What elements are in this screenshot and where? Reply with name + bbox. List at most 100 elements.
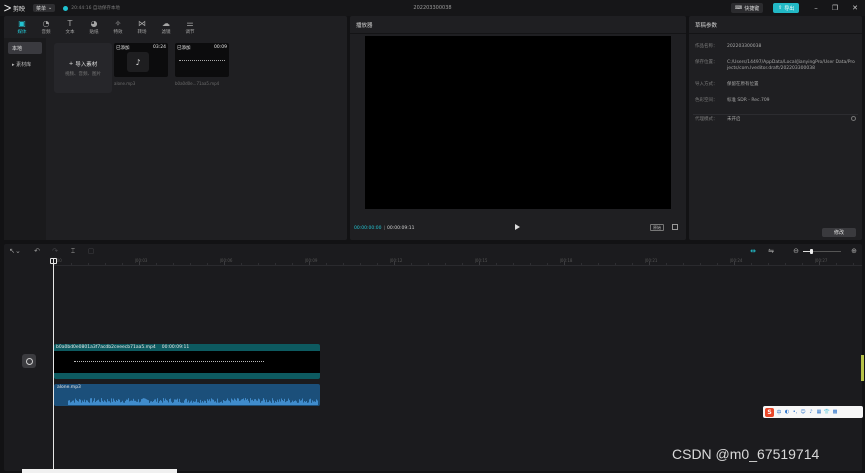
redo-icon[interactable]: ↷ bbox=[50, 246, 60, 256]
wave-bar bbox=[276, 402, 277, 405]
ruler-label: |00:12 bbox=[389, 258, 403, 263]
tab-text[interactable]: T 文本 bbox=[58, 16, 82, 38]
undo-icon[interactable]: ↶ bbox=[32, 246, 42, 256]
info-icon[interactable] bbox=[851, 116, 856, 121]
ruler-tick-minor bbox=[326, 263, 327, 265]
wave-bar bbox=[217, 398, 218, 405]
wave-bar bbox=[214, 401, 215, 405]
wave-bar bbox=[241, 399, 242, 405]
clip-header: b0a0bd0e0801a3f7acdb2ceeecb71aa5.mp4 00:… bbox=[54, 344, 320, 351]
tab-sticker[interactable]: ◕ 贴纸 bbox=[82, 16, 106, 38]
tab-label: 音频 bbox=[41, 29, 51, 35]
wave-bar bbox=[108, 401, 109, 405]
media-item-video[interactable]: 已添加 00:09 b0a0d0e...71aa5.mp4 bbox=[175, 43, 229, 86]
video-clip[interactable]: b0a0bd0e0801a3f7acdb2ceeecb71aa5.mp4 00:… bbox=[54, 344, 320, 379]
moon-icon[interactable]: ◐ bbox=[784, 409, 790, 415]
ruler-tick-minor bbox=[598, 263, 599, 265]
menu-button[interactable]: 菜单 ⌄ bbox=[33, 4, 56, 12]
cover-button[interactable] bbox=[22, 354, 36, 368]
mic-icon[interactable]: ♪ bbox=[808, 409, 814, 415]
zoom-in-icon[interactable]: ⊕ bbox=[849, 246, 859, 256]
clip-name: b0a0bd0e0801a3f7acdb2ceeecb71aa5.mp4 bbox=[56, 345, 156, 350]
wave-bar bbox=[70, 402, 71, 405]
wave-bar bbox=[134, 400, 135, 405]
preview-viewport[interactable] bbox=[365, 36, 671, 209]
ime-toolbar[interactable]: S 中 ◐ •, ☺ ♪ ▦ 👕 ▩ bbox=[763, 406, 863, 418]
close-icon[interactable]: ✕ bbox=[850, 3, 860, 13]
wave-bar bbox=[92, 402, 93, 405]
modify-button[interactable]: 修改 bbox=[822, 228, 856, 237]
wave-bar bbox=[91, 398, 92, 405]
sidebar-item-library[interactable]: ▸ 素材库 bbox=[8, 58, 42, 70]
select-tool-icon[interactable]: ↖⌄ bbox=[8, 246, 22, 256]
tab-media[interactable]: ▣ 媒体 bbox=[10, 16, 34, 38]
emoji-icon[interactable]: ☺ bbox=[800, 409, 806, 415]
wave-bar bbox=[96, 400, 97, 405]
param-value: 标准 SDR - Rec.709 bbox=[727, 98, 770, 103]
tab-adjust[interactable]: ⚌ 调节 bbox=[178, 16, 202, 38]
zoom-handle[interactable] bbox=[809, 249, 813, 254]
wave-bar bbox=[297, 402, 298, 405]
punctuation-icon[interactable]: •, bbox=[792, 409, 798, 415]
wave-bar bbox=[75, 398, 76, 405]
minimize-icon[interactable]: – bbox=[811, 3, 821, 13]
export-button[interactable]: ⇪ 导出 bbox=[773, 3, 800, 13]
sidebar-item-local[interactable]: 本地 bbox=[8, 42, 42, 54]
ruler-tick-minor bbox=[241, 263, 242, 265]
param-key: 色彩空间： bbox=[695, 98, 718, 103]
snap-icon[interactable]: ⇋ bbox=[765, 246, 777, 256]
wave-bar bbox=[169, 399, 170, 405]
ruler-tick-minor bbox=[190, 263, 191, 265]
wave-bar bbox=[77, 400, 78, 405]
wave-bar bbox=[243, 398, 244, 405]
grid-icon[interactable]: ▩ bbox=[832, 409, 838, 415]
wave-bar bbox=[228, 400, 229, 405]
ruler-tick bbox=[734, 261, 735, 265]
wave-bar bbox=[116, 399, 117, 405]
wave-bar bbox=[178, 401, 179, 405]
link-icon[interactable]: ⇹ bbox=[747, 246, 759, 256]
wave-bar bbox=[223, 399, 224, 405]
wave-bar bbox=[90, 398, 91, 405]
maximize-icon[interactable]: ❐ bbox=[830, 3, 840, 13]
ruler-tick-minor bbox=[700, 263, 701, 265]
ruler-tick-minor bbox=[683, 263, 684, 265]
shortcut-button[interactable]: ⌨ 快捷键 bbox=[731, 3, 764, 13]
play-icon[interactable] bbox=[515, 224, 520, 230]
ruler-label: |00:27 bbox=[814, 258, 828, 263]
tab-effects[interactable]: ✧ 特效 bbox=[106, 16, 130, 38]
tab-filter[interactable]: ☁ 滤镜 bbox=[154, 16, 178, 38]
media-item-audio[interactable]: 已添加 03:24 ♪ alone.mp3 bbox=[114, 43, 168, 86]
text-icon: T bbox=[67, 18, 73, 28]
delete-icon[interactable]: ▢ bbox=[86, 246, 96, 256]
wave-bar bbox=[280, 401, 281, 405]
tiktok-icon: ♪ bbox=[127, 52, 149, 72]
tab-transition[interactable]: ⋈ 转场 bbox=[130, 16, 154, 38]
import-button[interactable]: + 导入素材 视频、音频、图片 bbox=[54, 43, 112, 93]
wave-bar bbox=[190, 401, 191, 405]
ratio-button[interactable]: 原始 bbox=[650, 224, 664, 231]
fullscreen-icon[interactable] bbox=[672, 224, 678, 230]
wave-bar bbox=[110, 402, 111, 405]
ime-lang[interactable]: 中 bbox=[776, 409, 782, 416]
keyboard-icon[interactable]: ▦ bbox=[816, 409, 822, 415]
wave-bar bbox=[249, 402, 250, 405]
skin-icon[interactable]: 👕 bbox=[824, 409, 830, 415]
audio-clip[interactable]: alone.mp3 bbox=[54, 384, 320, 406]
tab-audio[interactable]: ◔ 音频 bbox=[34, 16, 58, 38]
zoom-out-icon[interactable]: ⊖ bbox=[791, 246, 801, 256]
wave-bar bbox=[161, 400, 162, 405]
time-ruler[interactable]: 00:00|00:03|00:06|00:09|00:12|00:15|00:1… bbox=[50, 258, 862, 266]
ruler-tick bbox=[309, 261, 310, 265]
wave-bar bbox=[295, 400, 296, 405]
wave-bar bbox=[167, 400, 168, 405]
split-icon[interactable]: ⌶ bbox=[68, 246, 78, 256]
wave-bar bbox=[278, 401, 279, 405]
wave-bar bbox=[154, 399, 155, 405]
wave-bar bbox=[152, 401, 153, 405]
media-thumbnail: 已添加 03:24 ♪ bbox=[114, 43, 168, 77]
wave-bar bbox=[313, 401, 314, 405]
playhead[interactable] bbox=[53, 258, 54, 471]
wave-bar bbox=[151, 401, 152, 405]
zoom-slider[interactable] bbox=[803, 249, 841, 254]
